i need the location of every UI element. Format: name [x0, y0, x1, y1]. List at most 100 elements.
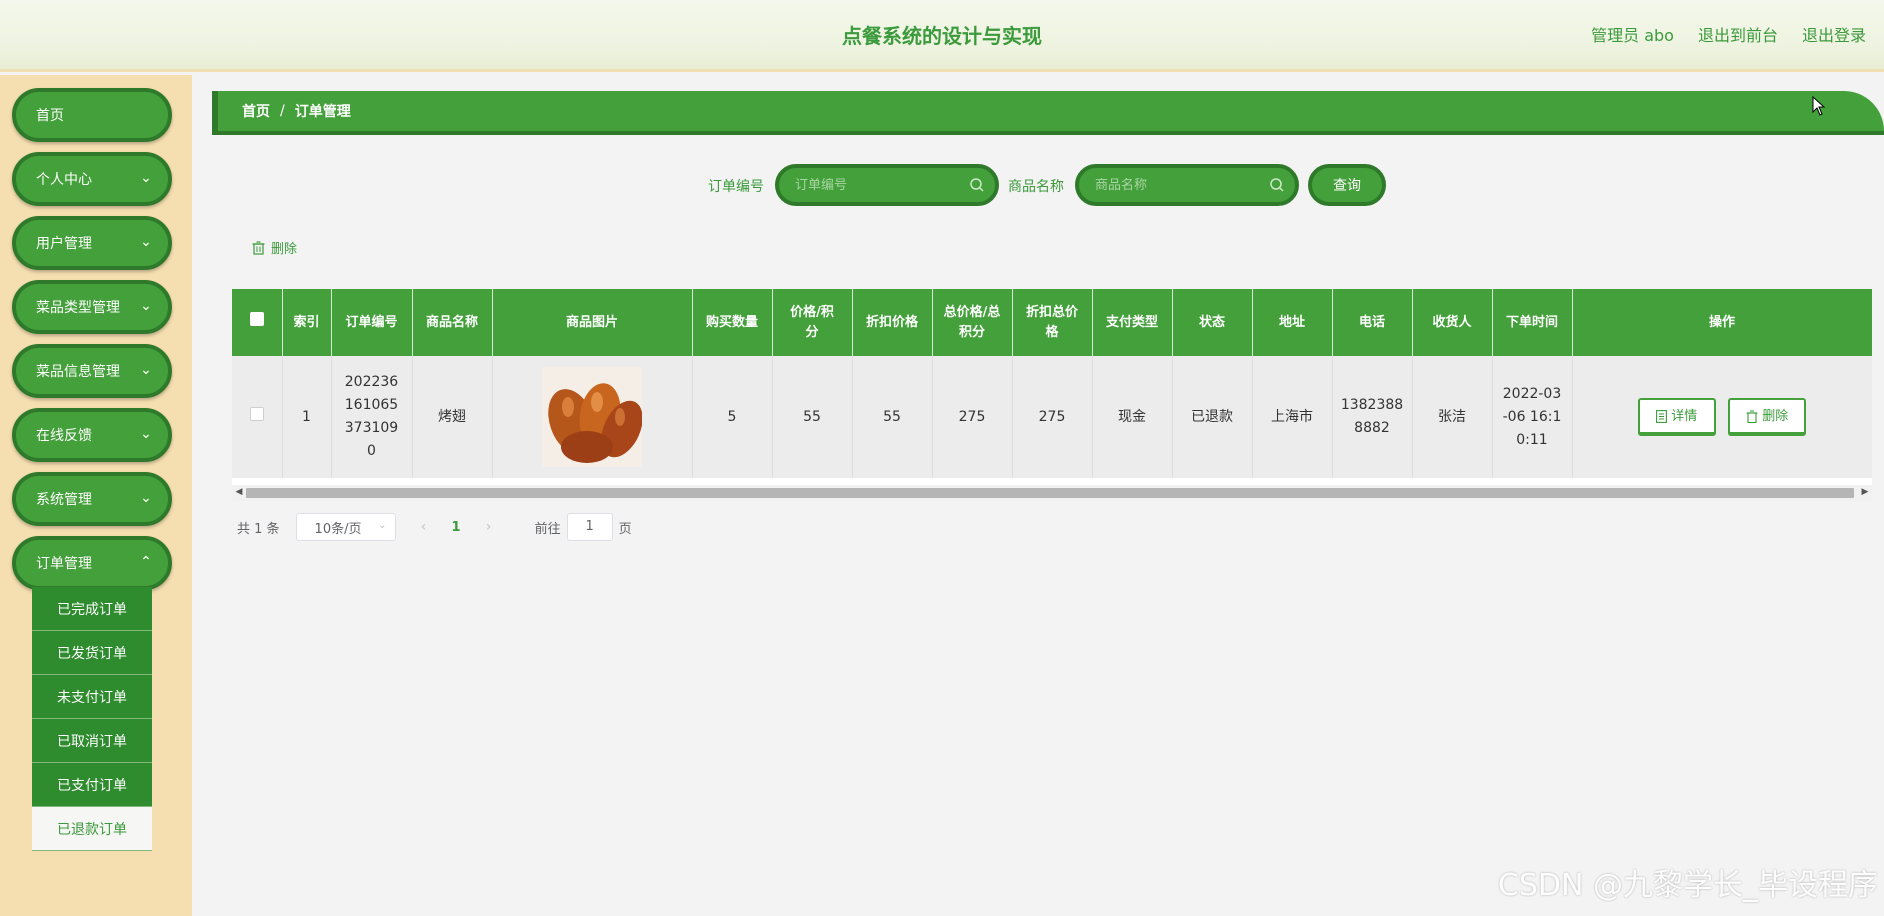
col-order-no: 订单编号: [331, 289, 413, 356]
order-submenu: 已完成订单 已发货订单 未支付订单 已取消订单 已支付订单 已退款订单: [32, 587, 152, 851]
select-all-checkbox[interactable]: [249, 312, 264, 326]
top-header: 点餐系统的设计与实现 管理员 abo 退出到前台 退出登录: [0, 0, 1884, 72]
chevron-down-icon: ⌄: [140, 362, 152, 378]
search-icon: [1270, 178, 1284, 192]
trash-icon: [252, 240, 265, 255]
pagination: 共 1 条 10条/页 ⌄ ‹ 1 › 前往 1 页: [237, 513, 632, 541]
sidebar-item-label: 首页: [36, 108, 64, 124]
breadcrumb-current: 订单管理: [294, 104, 351, 120]
search-row: 订单编号 商品名称 查询: [0, 164, 1884, 206]
cell-quantity: 5: [692, 356, 773, 478]
exit-to-front-link[interactable]: 退出到前台: [1698, 22, 1778, 46]
cell-actions: 详情 删除: [1572, 356, 1872, 478]
row-checkbox[interactable]: [249, 406, 264, 421]
page-number-current[interactable]: 1: [452, 520, 461, 535]
cell-receiver: 张洁: [1412, 356, 1493, 478]
product-image: [542, 367, 642, 467]
product-name-input[interactable]: [1095, 177, 1265, 193]
breadcrumb-home[interactable]: 首页: [242, 101, 270, 121]
header-nav: 管理员 abo 退出到前台 退出登录: [1591, 22, 1866, 46]
prev-page-icon[interactable]: ‹: [414, 519, 434, 535]
cell-address: 上海市: [1252, 356, 1333, 478]
page-size-select[interactable]: 10条/页 ⌄: [295, 513, 396, 541]
goto-label: 前往: [534, 521, 561, 537]
orders-table: 索引 订单编号 商品名称 商品图片 购买数量 价格/积分 折扣价格 总价格/总积…: [232, 289, 1872, 501]
cell-order-time: 2022-03-06 16:10:11: [1492, 356, 1573, 478]
cell-total: 275: [932, 356, 1013, 478]
chevron-down-icon: ⌄: [140, 426, 152, 442]
watermark-text: CSDN @九黎学长_毕设程序: [1497, 868, 1878, 903]
sidebar-item-home[interactable]: 首页: [12, 88, 172, 142]
trash-icon: [1746, 409, 1758, 423]
col-index: 索引: [282, 289, 332, 356]
col-total: 总价格/总积分: [932, 289, 1013, 356]
col-discount-price: 折扣价格: [852, 289, 933, 356]
chevron-down-icon: ⌄: [140, 298, 152, 314]
sidebar-item-online-feedback[interactable]: 在线反馈 ⌄: [12, 408, 172, 462]
product-name-label: 商品名称: [1008, 179, 1064, 195]
chevron-down-icon: ⌄: [140, 490, 152, 506]
sidebar-item-order-management[interactable]: 订单管理 ⌃: [12, 536, 172, 590]
col-status: 状态: [1172, 289, 1253, 356]
mouse-cursor-icon: [1812, 96, 1826, 116]
cell-price: 55: [772, 356, 853, 478]
table-header-row: 索引 订单编号 商品名称 商品图片 购买数量 价格/积分 折扣价格 总价格/总积…: [232, 289, 1872, 356]
submenu-item-shipped-orders[interactable]: 已发货订单: [32, 631, 152, 675]
order-no-label: 订单编号: [708, 179, 764, 195]
scrollbar-thumb[interactable]: [246, 488, 1854, 498]
col-price: 价格/积分: [772, 289, 853, 356]
row-select-cell: [232, 356, 283, 478]
sidebar-item-label: 菜品信息管理: [36, 364, 120, 380]
logout-link[interactable]: 退出登录: [1802, 22, 1866, 46]
sidebar-item-label: 在线反馈: [36, 428, 92, 444]
cell-discount-price: 55: [852, 356, 933, 478]
cell-phone: 13823888882: [1332, 356, 1413, 478]
cell-order-no: 2022361610653731090: [331, 356, 413, 478]
col-quantity: 购买数量: [692, 289, 773, 356]
cell-pay-type: 现金: [1092, 356, 1173, 478]
col-order-time: 下单时间: [1492, 289, 1573, 356]
col-receiver: 收货人: [1412, 289, 1493, 356]
query-button[interactable]: 查询: [1308, 164, 1386, 206]
scroll-right-icon[interactable]: ▶: [1859, 487, 1871, 497]
submenu-item-cancelled-orders[interactable]: 已取消订单: [32, 719, 152, 763]
sidebar-item-label: 订单管理: [36, 556, 92, 572]
col-product-image: 商品图片: [492, 289, 693, 356]
sidebar-item-dish-info-management[interactable]: 菜品信息管理 ⌄: [12, 344, 172, 398]
page-suffix: 页: [618, 521, 632, 537]
submenu-item-completed-orders[interactable]: 已完成订单: [32, 587, 152, 631]
col-address: 地址: [1252, 289, 1333, 356]
horizontal-scrollbar[interactable]: ◀ ▶: [232, 485, 1872, 501]
table-row: 1 2022361610653731090 烤翅 5 55 55 275 275…: [232, 356, 1872, 478]
breadcrumb-separator: /: [280, 103, 285, 119]
row-delete-label: 删除: [1762, 408, 1789, 424]
search-icon: [970, 178, 984, 192]
admin-user-link[interactable]: 管理员 abo: [1591, 22, 1674, 46]
cell-product-image: [492, 356, 693, 478]
sidebar-item-system-management[interactable]: 系统管理 ⌄: [12, 472, 172, 526]
detail-button-label: 详情: [1671, 408, 1698, 424]
submenu-item-unpaid-orders[interactable]: 未支付订单: [32, 675, 152, 719]
submenu-item-refunded-orders[interactable]: 已退款订单: [32, 807, 152, 851]
order-no-input[interactable]: [795, 177, 965, 193]
sidebar-item-label: 菜品类型管理: [36, 300, 120, 316]
goto-page-input[interactable]: 1: [566, 513, 613, 541]
chevron-up-icon: ⌃: [140, 554, 152, 570]
next-page-icon[interactable]: ›: [479, 519, 499, 535]
col-pay-type: 支付类型: [1092, 289, 1173, 356]
col-product-name: 商品名称: [412, 289, 493, 356]
page-size-value: 10条/页: [314, 521, 362, 537]
product-name-search-box: [1075, 164, 1299, 206]
scroll-left-icon[interactable]: ◀: [233, 487, 245, 497]
sidebar-item-label: 系统管理: [36, 492, 92, 508]
batch-delete-button[interactable]: 删除: [252, 238, 297, 257]
row-delete-button[interactable]: 删除: [1728, 398, 1807, 436]
order-no-search-box: [775, 164, 999, 206]
submenu-item-paid-orders[interactable]: 已支付订单: [32, 763, 152, 807]
detail-button[interactable]: 详情: [1637, 398, 1716, 436]
select-all-header: [232, 289, 283, 356]
col-actions: 操作: [1572, 289, 1872, 356]
sidebar-item-user-management[interactable]: 用户管理 ⌄: [12, 216, 172, 270]
sidebar-item-dish-type-management[interactable]: 菜品类型管理 ⌄: [12, 280, 172, 334]
cell-status: 已退款: [1172, 356, 1253, 478]
